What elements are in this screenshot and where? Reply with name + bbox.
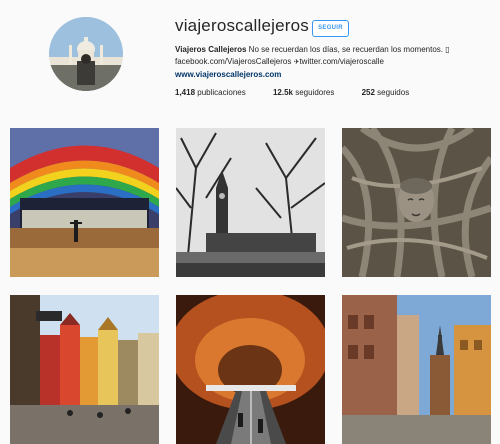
website-link[interactable]: www.viajeroscallejeros.com: [175, 70, 281, 79]
bio-text: No se recuerdan los días, se recuerdan l…: [246, 45, 446, 54]
avatar-photo: [49, 17, 123, 91]
box-glyph-icon: ▯: [445, 45, 450, 54]
post-tile-big-ben-black-and-white[interactable]: [176, 128, 325, 277]
post-tile-buddha-head-in-tree-roots[interactable]: [342, 128, 491, 277]
following-label: seguidos: [374, 88, 410, 97]
follow-button[interactable]: SEGUIR: [312, 20, 349, 37]
following-count: 252: [361, 88, 375, 97]
posts-label: publicaciones: [195, 88, 246, 97]
profile-bio: Viajeros Callejeros No se recuerdan los …: [175, 44, 495, 81]
followers-count: 12.5k: [272, 88, 293, 97]
post-tile-colorful-old-town-square[interactable]: [10, 295, 159, 444]
profile-full-name: Viajeros Callejeros: [175, 45, 247, 54]
profile-stats: 1,418 publicaciones 12.5k seguidores 252…: [175, 88, 434, 97]
post-tile-rainbow-cave-metro-station[interactable]: [10, 128, 159, 277]
twitter-link[interactable]: twitter.com/viajeroscalle: [299, 57, 383, 66]
followers-stat[interactable]: 12.5k seguidores: [273, 88, 334, 97]
facebook-link[interactable]: facebook.com/ViajerosCallejeros: [175, 57, 294, 66]
following-stat[interactable]: 252 seguidos: [362, 88, 410, 97]
post-tile-cave-metro-escalators[interactable]: [176, 295, 325, 444]
posts-count: 1,418: [175, 88, 196, 97]
posts-stat: 1,418 publicaciones: [175, 88, 246, 97]
followers-label: seguidores: [293, 88, 335, 97]
profile-avatar[interactable]: [49, 17, 123, 91]
profile-username: viajeroscallejeros: [175, 16, 309, 35]
posts-grid: [10, 128, 494, 444]
post-tile-european-street-with-church-spire[interactable]: [342, 295, 491, 444]
